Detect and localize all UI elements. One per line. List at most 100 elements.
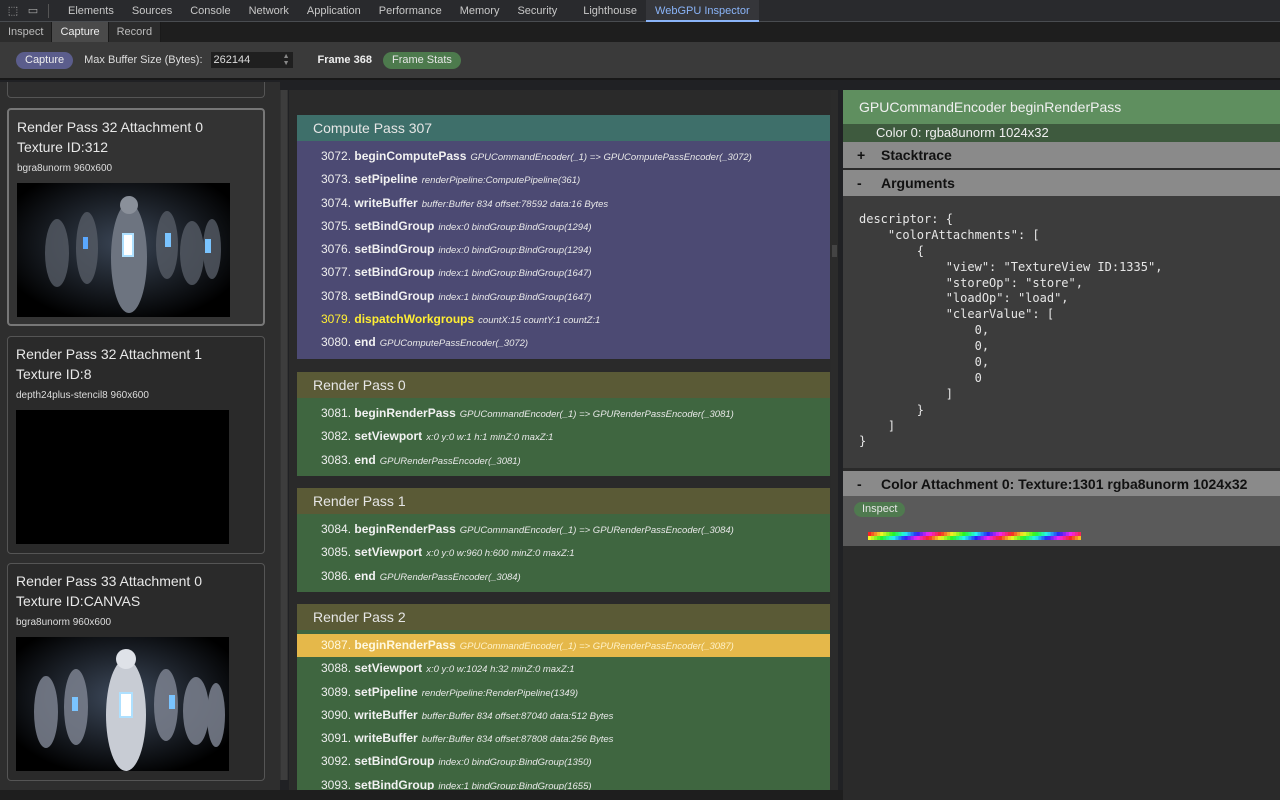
texture-thumbnail[interactable]: [17, 183, 230, 317]
texture-thumbnail[interactable]: [16, 410, 229, 544]
color-attachment-section-header[interactable]: - Color Attachment 0: Texture:1301 rgba8…: [843, 471, 1280, 497]
command-row[interactable]: 3072. beginComputePass GPUCommandEncoder(…: [297, 145, 830, 168]
strip-cell: [1068, 532, 1073, 536]
tab-elements[interactable]: Elements: [59, 0, 123, 22]
pass-block: Compute Pass 307 3072. beginComputePass G…: [297, 115, 830, 359]
pass-header[interactable]: Render Pass 0: [297, 372, 830, 398]
command-row[interactable]: 3088. setViewport x:0 y:0 w:1024 h:32 min…: [297, 657, 830, 680]
strip-cell: [1062, 532, 1067, 536]
command-row[interactable]: 3081. beginRenderPass GPUCommandEncoder(_…: [297, 402, 830, 425]
tab-webgpu-inspector[interactable]: WebGPU Inspector: [646, 0, 759, 22]
attachment-preview-strip[interactable]: [868, 527, 1082, 540]
command-row[interactable]: 3083. end GPURenderPassEncoder(_3081): [297, 449, 830, 472]
command-list-panel[interactable]: Compute Pass 307 3072. beginComputePass G…: [289, 90, 838, 790]
command-number: 3085.: [321, 545, 352, 560]
command-row[interactable]: 3074. writeBuffer buffer:Buffer 834 offse…: [297, 192, 830, 215]
command-row[interactable]: 3086. end GPURenderPassEncoder(_3084): [297, 565, 830, 588]
command-row[interactable]: 3090. writeBuffer buffer:Buffer 834 offse…: [297, 704, 830, 727]
strip-cell: [944, 536, 948, 540]
inspect-element-icon[interactable]: ⬚: [6, 4, 20, 18]
device-toolbar-icon[interactable]: ▭: [26, 4, 40, 18]
frame-stats-button[interactable]: Frame Stats: [382, 51, 461, 69]
tab-security[interactable]: Security: [508, 0, 566, 22]
command-row[interactable]: 3080. end GPUComputePassEncoder(_3072): [297, 331, 830, 354]
pass-header[interactable]: Compute Pass 307: [297, 115, 830, 141]
tab-performance[interactable]: Performance: [370, 0, 451, 22]
strip-cell: [871, 532, 875, 536]
strip-cell: [1001, 532, 1006, 536]
strip-cell: [1029, 536, 1033, 540]
tab-memory[interactable]: Memory: [451, 0, 509, 22]
stacktrace-section-header[interactable]: + Stacktrace: [843, 142, 1280, 168]
texture-list-panel[interactable]: Render Pass 32 Attachment 0 Texture ID:3…: [0, 82, 280, 790]
strip-cell: [925, 536, 930, 540]
capture-button[interactable]: Capture: [16, 51, 74, 69]
strip-cell: [1041, 532, 1045, 536]
scrollbar-thumb[interactable]: [281, 90, 287, 780]
max-buffer-input[interactable]: 262144 ▲ ▼: [210, 52, 293, 68]
inspect-button[interactable]: Inspect: [854, 502, 906, 517]
frame-label: Frame 368: [317, 54, 372, 66]
command-row[interactable]: 3085. setViewport x:0 y:0 w:960 h:600 min…: [297, 541, 830, 564]
command-args: index:0 bindGroup:BindGroup(1350): [438, 757, 592, 769]
tab-application[interactable]: Application: [298, 0, 370, 22]
strip-cell: [992, 536, 997, 540]
command-row[interactable]: 3073. setPipeline renderPipeline:ComputeP…: [297, 168, 830, 191]
command-rows: 3072. beginComputePass GPUCommandEncoder(…: [297, 141, 830, 359]
collapse-icon[interactable]: -: [857, 471, 862, 497]
pass-header[interactable]: Render Pass 1: [297, 488, 830, 514]
command-row[interactable]: 3091. writeBuffer buffer:Buffer 834 offse…: [297, 727, 830, 750]
expand-icon[interactable]: +: [857, 142, 865, 168]
tab-lighthouse[interactable]: Lighthouse: [574, 0, 646, 22]
strip-cell: [971, 532, 975, 536]
arguments-section-header[interactable]: - Arguments: [843, 170, 1280, 196]
texture-list-scrollbar[interactable]: [280, 90, 288, 780]
code-line: 0,: [859, 323, 990, 338]
inspector-sub-tabs: Inspect Capture Record: [0, 22, 1280, 42]
texture-card[interactable]: Render Pass 32 Attachment 1 Texture ID:8…: [7, 336, 265, 554]
strip-cell: [910, 536, 915, 540]
subtab-record[interactable]: Record: [108, 22, 162, 42]
strip-cell: [880, 536, 884, 540]
subtab-inspect[interactable]: Inspect: [0, 22, 53, 42]
tab-console[interactable]: Console: [181, 0, 239, 22]
command-row[interactable]: 3092. setBindGroup index:0 bindGroup:Bind…: [297, 750, 830, 773]
strip-cell: [904, 532, 909, 536]
command-row[interactable]: 3084. beginRenderPass GPUCommandEncoder(_…: [297, 518, 830, 541]
texture-thumbnail[interactable]: [16, 637, 229, 771]
command-row[interactable]: 3077. setBindGroup index:1 bindGroup:Bind…: [297, 261, 830, 284]
strip-cell: [1032, 532, 1036, 536]
strip-cell: [944, 532, 948, 536]
strip-cell: [868, 532, 872, 536]
spinner-icon[interactable]: ▲ ▼: [283, 53, 290, 67]
command-row[interactable]: 3078. setBindGroup index:1 bindGroup:Bind…: [297, 285, 830, 308]
texture-card[interactable]: Render Pass 32 Attachment 0 Texture ID:3…: [7, 108, 265, 326]
collapse-icon[interactable]: -: [857, 170, 862, 196]
code-line: ]: [859, 418, 896, 433]
texture-format: bgra8unorm 960x600: [16, 617, 112, 628]
command-row[interactable]: 3093. setBindGroup index:1 bindGroup:Bind…: [297, 774, 830, 790]
texture-title: Render Pass 32 Attachment 0: [17, 119, 203, 135]
texture-card[interactable]: Render Pass 33 Attachment 0 Texture ID:C…: [7, 563, 265, 781]
strip-cell: [1004, 536, 1009, 540]
command-name: beginRenderPass: [354, 522, 456, 536]
strip-cell: [947, 536, 951, 540]
pass-header[interactable]: Render Pass 2: [297, 604, 830, 630]
command-row[interactable]: 3076. setBindGroup index:0 bindGroup:Bind…: [297, 238, 830, 261]
strip-cell: [937, 536, 942, 540]
subtab-capture[interactable]: Capture: [52, 22, 109, 42]
command-list-scrollbar[interactable]: [831, 90, 838, 790]
strip-cell: [898, 536, 902, 540]
strip-cell: [907, 532, 912, 536]
strip-cell: [995, 532, 1000, 536]
tab-sources[interactable]: Sources: [123, 0, 181, 22]
command-row[interactable]: 3082. setViewport x:0 y:0 w:1 h:1 minZ:0 …: [297, 425, 830, 448]
command-row[interactable]: 3079. dispatchWorkgroups countX:15 countY…: [297, 308, 830, 331]
command-row[interactable]: 3089. setPipeline renderPipeline:RenderPi…: [297, 681, 830, 704]
command-args: x:0 y:0 w:1 h:1 minZ:0 maxZ:1: [426, 432, 554, 444]
command-row-selected[interactable]: 3087. beginRenderPass GPUCommandEncoder(_…: [297, 634, 830, 658]
tab-network[interactable]: Network: [240, 0, 298, 22]
scrollbar-thumb[interactable]: [832, 245, 837, 257]
section-label: Stacktrace: [881, 147, 952, 163]
command-row[interactable]: 3075. setBindGroup index:0 bindGroup:Bind…: [297, 215, 830, 238]
